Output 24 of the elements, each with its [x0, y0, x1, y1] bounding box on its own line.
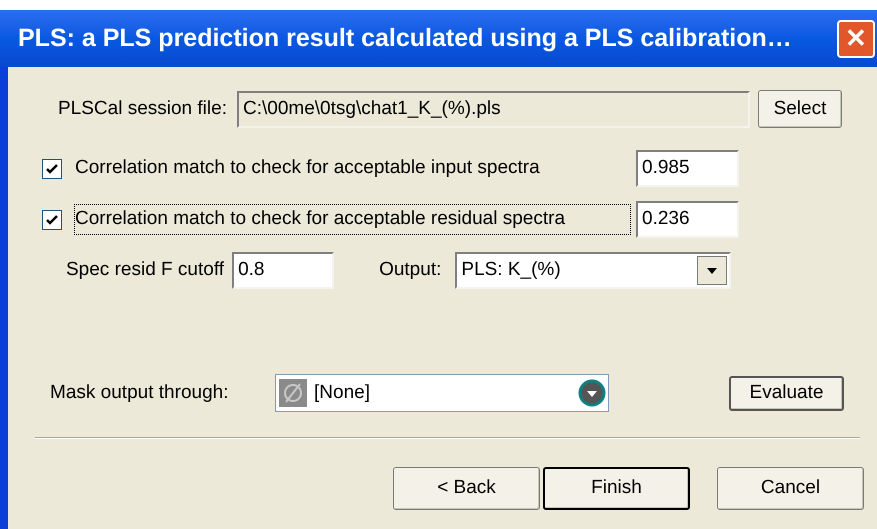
- checkbox[interactable]: [42, 158, 62, 178]
- select-button[interactable]: Select: [758, 90, 842, 128]
- evaluate-button[interactable]: Evaluate: [729, 376, 844, 410]
- close-button[interactable]: ✕: [837, 20, 875, 58]
- window-title: PLS: a PLS prediction result calculated using a PLS calibration…: [18, 22, 792, 54]
- mask-combo[interactable]: [None]: [275, 374, 609, 412]
- checkbox[interactable]: [42, 210, 62, 230]
- dialog-button[interactable]: Cancel: [717, 467, 864, 510]
- output-dropdown[interactable]: PLS: K_(%): [455, 252, 732, 289]
- dialog-button[interactable]: < Back: [393, 467, 540, 510]
- cutoff-label: Spec resid F cutoff: [66, 258, 224, 282]
- output-label: Output:: [379, 258, 442, 282]
- checkmark-icon: [45, 162, 59, 176]
- cutoff-field[interactable]: 0.8: [232, 252, 334, 289]
- empty-set-icon: [278, 378, 308, 408]
- checkmark-icon: [45, 212, 59, 226]
- checkbox-label: Correlation match to check for acceptable input spectra: [75, 156, 541, 180]
- mask-label: Mask output through:: [50, 380, 230, 405]
- dialog-button[interactable]: Finish: [543, 467, 690, 510]
- threshold-field[interactable]: 0.985: [636, 150, 739, 187]
- threshold-field[interactable]: 0.236: [636, 201, 739, 238]
- session-file-label: PLSCal session file:: [58, 96, 227, 121]
- checkbox-label: Correlation match to check for acceptable residual spectra: [75, 205, 630, 234]
- session-file-field: C:\00me\0tsg\chat1_K_(%).pls: [236, 90, 750, 128]
